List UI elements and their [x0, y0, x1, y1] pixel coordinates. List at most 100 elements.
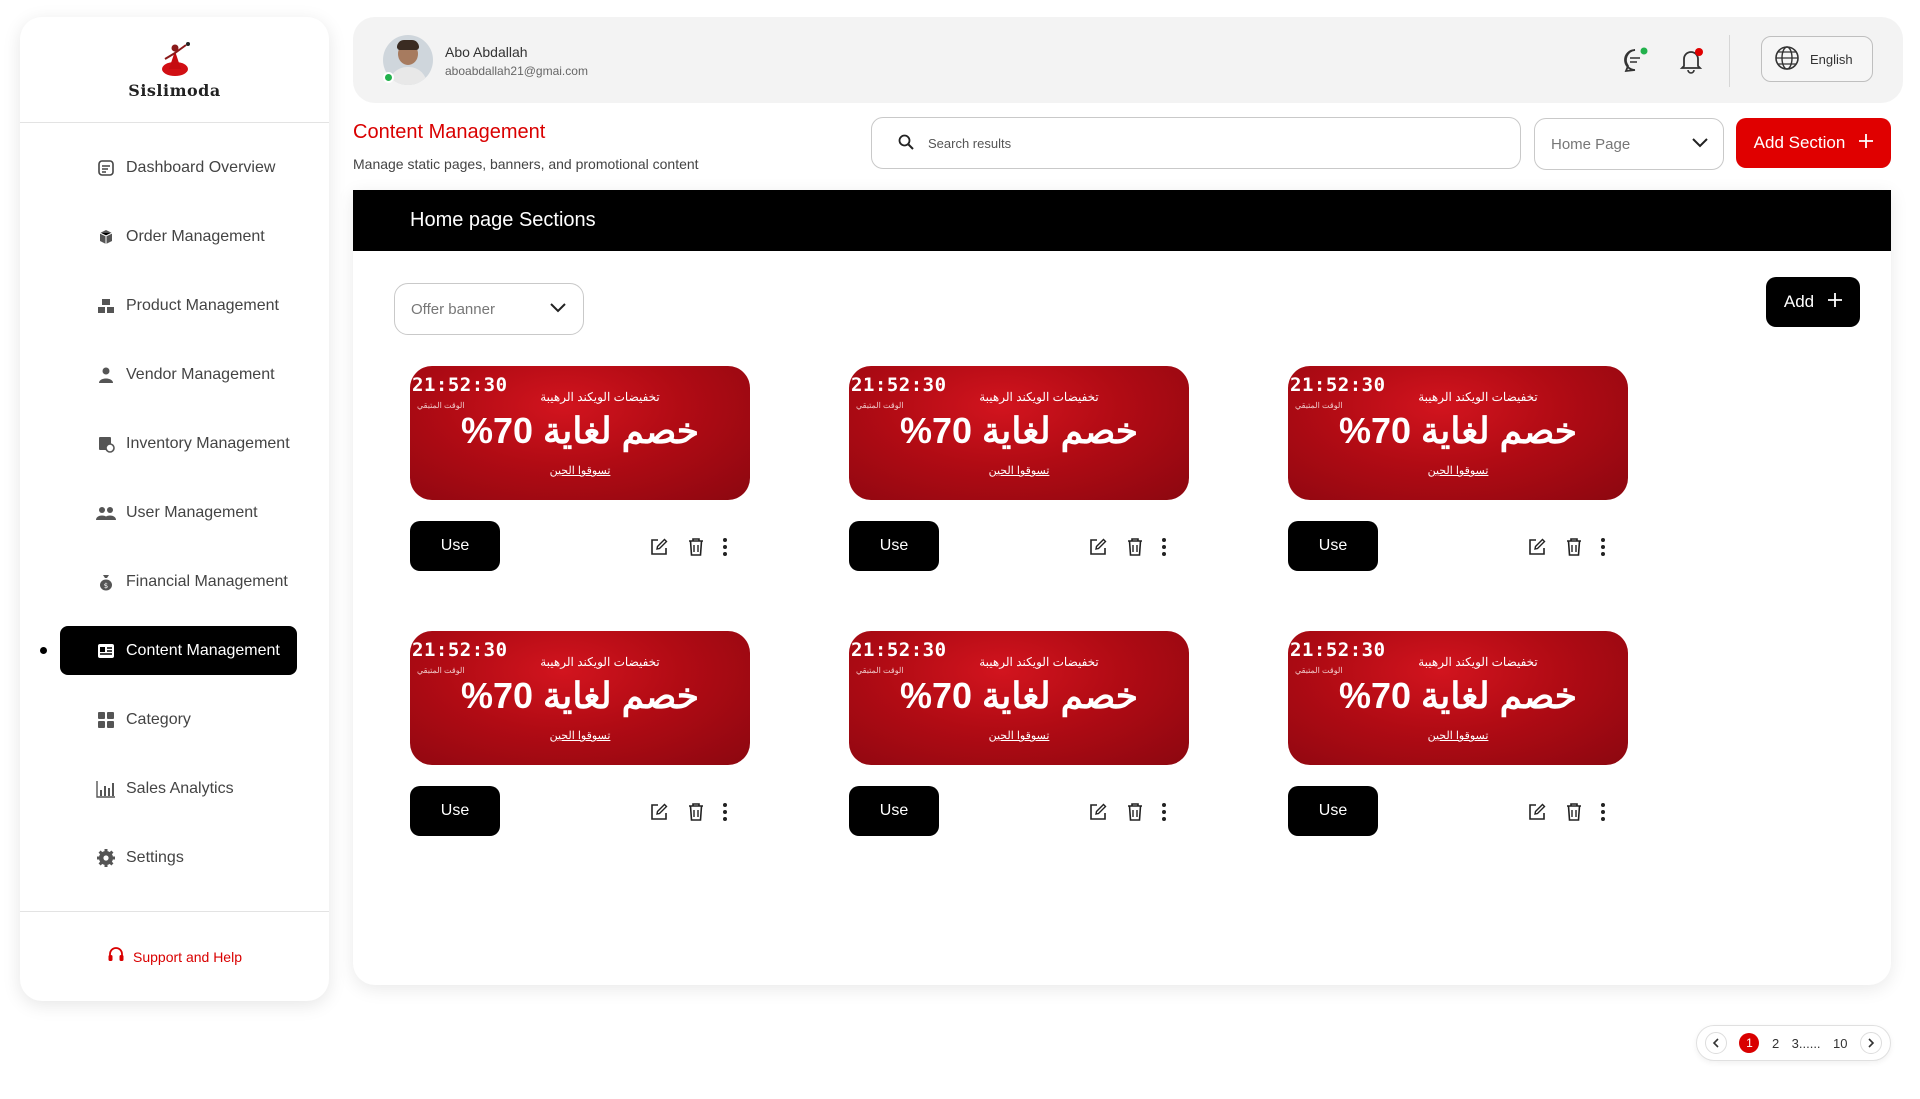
banner-discount-text: خصم لغاية 70% [1338, 675, 1578, 716]
trash-icon[interactable] [685, 801, 707, 823]
use-button[interactable]: Use [1288, 786, 1378, 836]
bell-icon[interactable] [1676, 45, 1706, 75]
trash-icon[interactable] [1124, 536, 1146, 558]
more-options-icon[interactable] [714, 801, 736, 823]
trash-icon[interactable] [685, 536, 707, 558]
sidebar-item-label: Order Management [126, 227, 265, 245]
users-icon [96, 503, 116, 523]
page-link[interactable]: 10 [1833, 1036, 1847, 1051]
page-select[interactable]: Home Page [1534, 118, 1724, 170]
user-email: aboabdallah21@gmai.com [445, 64, 588, 78]
section-type-value: Offer banner [411, 300, 495, 318]
sidebar-item-label: Financial Management [126, 572, 288, 590]
money-bag-icon: $ [96, 572, 116, 592]
card-actions: Use [1288, 521, 1628, 571]
page-current[interactable]: 1 [1739, 1033, 1760, 1053]
offer-banner[interactable]: 21:52:30 الوقت المتبقي تخفيضات الويكند الر… [849, 366, 1189, 500]
trash-icon[interactable] [1563, 801, 1585, 823]
add-label: Add [1783, 292, 1815, 311]
sidebar-item-dashboard[interactable]: Dashboard Overview [60, 143, 297, 192]
page-link[interactable]: 2 [1772, 1036, 1779, 1051]
plus-icon [1859, 133, 1874, 153]
chat-icon[interactable] [1620, 45, 1650, 75]
banner-cta: تسوقوا الحين [549, 465, 611, 477]
edit-icon[interactable] [1526, 801, 1548, 823]
sidebar-item-products[interactable]: Product Management [60, 281, 297, 330]
sidebar-item-label: Vendor Management [126, 365, 275, 383]
edit-icon[interactable] [648, 801, 670, 823]
offer-banner[interactable]: 21:52:30 الوقت المتبقي تخفيضات الويكند الر… [1288, 631, 1628, 765]
sidebar: Sislimoda Dashboard Overview Order Manag… [20, 17, 329, 1001]
trash-icon[interactable] [1563, 536, 1585, 558]
more-options-icon[interactable] [1592, 801, 1614, 823]
offer-banner[interactable]: 21:52:30 الوقت المتبقي تخفيضات الويكند الر… [410, 366, 750, 500]
pagination: 1 2 3...... 10 [1696, 1025, 1891, 1061]
more-options-icon[interactable] [1153, 536, 1175, 558]
offer-banner[interactable]: 21:52:30 الوقت المتبقي تخفيضات الويكند الر… [410, 631, 750, 765]
more-options-icon[interactable] [714, 536, 736, 558]
edit-icon[interactable] [1087, 536, 1109, 558]
sections-panel: Home page Sections Offer banner Add 21:5… [353, 190, 1891, 985]
banner-card: 21:52:30 الوقت المتبقي تخفيضات الويكند الر… [410, 366, 750, 571]
gear-icon [96, 848, 116, 868]
sidebar-item-label: Category [126, 710, 191, 728]
banner-cta: تسوقوا الحين [988, 730, 1050, 742]
globe-icon [1774, 45, 1800, 74]
more-options-icon[interactable] [1592, 536, 1614, 558]
add-section-button[interactable]: Add Section [1736, 118, 1891, 168]
card-actions: Use [849, 521, 1189, 571]
search-input[interactable]: Search results [871, 117, 1521, 169]
offer-banner[interactable]: 21:52:30 الوقت المتبقي تخفيضات الويكند الر… [849, 631, 1189, 765]
banner-headline: تخفيضات الويكند الرهيبة [540, 390, 660, 404]
sidebar-item-orders[interactable]: Order Management [60, 212, 297, 261]
banner-cta: تسوقوا الحين [549, 730, 611, 742]
plus-icon [1828, 292, 1843, 312]
support-label: Support and Help [133, 948, 242, 965]
sidebar-item-users[interactable]: User Management [60, 488, 297, 537]
trash-icon[interactable] [1124, 801, 1146, 823]
language-selector[interactable]: English [1761, 36, 1873, 82]
banner-card: 21:52:30 الوقت المتبقي تخفيضات الويكند الر… [849, 366, 1189, 571]
sidebar-item-label: Inventory Management [126, 434, 290, 452]
chevron-left-icon[interactable] [1705, 1032, 1727, 1054]
logo[interactable]: Sislimoda [20, 17, 329, 123]
use-button[interactable]: Use [849, 786, 939, 836]
sidebar-item-content[interactable]: Content Management [40, 626, 297, 675]
sidebar-item-vendors[interactable]: Vendor Management [60, 350, 297, 399]
more-options-icon[interactable] [1153, 801, 1175, 823]
use-button[interactable]: Use [410, 786, 500, 836]
card-actions: Use [849, 786, 1189, 836]
support-link[interactable]: Support and Help [20, 911, 329, 1001]
use-button[interactable]: Use [410, 521, 500, 571]
section-type-select[interactable]: Offer banner [394, 283, 584, 335]
banner-headline: تخفيضات الويكند الرهيبة [979, 390, 1099, 404]
page-title: Content Management [353, 121, 546, 143]
sidebar-item-financial[interactable]: $ Financial Management [60, 557, 297, 606]
add-button[interactable]: Add [1766, 277, 1860, 327]
sidebar-item-category[interactable]: Category [60, 695, 297, 744]
edit-icon[interactable] [1087, 801, 1109, 823]
panel-title: Home page Sections [353, 190, 1891, 251]
sidebar-item-label: Sales Analytics [126, 779, 234, 797]
card-actions: Use [1288, 786, 1628, 836]
banner-headline: تخفيضات الويكند الرهيبة [979, 655, 1099, 669]
page-link[interactable]: 3...... [1792, 1036, 1821, 1051]
dashboard-icon [96, 158, 116, 178]
offer-banner[interactable]: 21:52:30 الوقت المتبقي تخفيضات الويكند الر… [1288, 366, 1628, 500]
svg-text:$: $ [104, 582, 108, 590]
use-button[interactable]: Use [1288, 521, 1378, 571]
sidebar-item-label: Dashboard Overview [126, 158, 276, 176]
banner-discount-text: خصم لغاية 70% [460, 675, 700, 716]
edit-icon[interactable] [648, 536, 670, 558]
banner-discount-text: خصم لغاية 70% [899, 410, 1139, 451]
edit-icon[interactable] [1526, 536, 1548, 558]
chevron-right-icon[interactable] [1859, 1032, 1882, 1054]
card-actions: Use [410, 521, 750, 571]
sidebar-item-inventory[interactable]: Inventory Management [60, 419, 297, 468]
page-subtitle: Manage static pages, banners, and promot… [353, 156, 699, 172]
sidebar-item-analytics[interactable]: Sales Analytics [60, 764, 297, 813]
inventory-icon [96, 434, 116, 454]
sidebar-item-label: Content Management [126, 641, 280, 659]
sidebar-item-settings[interactable]: Settings [60, 833, 297, 882]
use-button[interactable]: Use [849, 521, 939, 571]
